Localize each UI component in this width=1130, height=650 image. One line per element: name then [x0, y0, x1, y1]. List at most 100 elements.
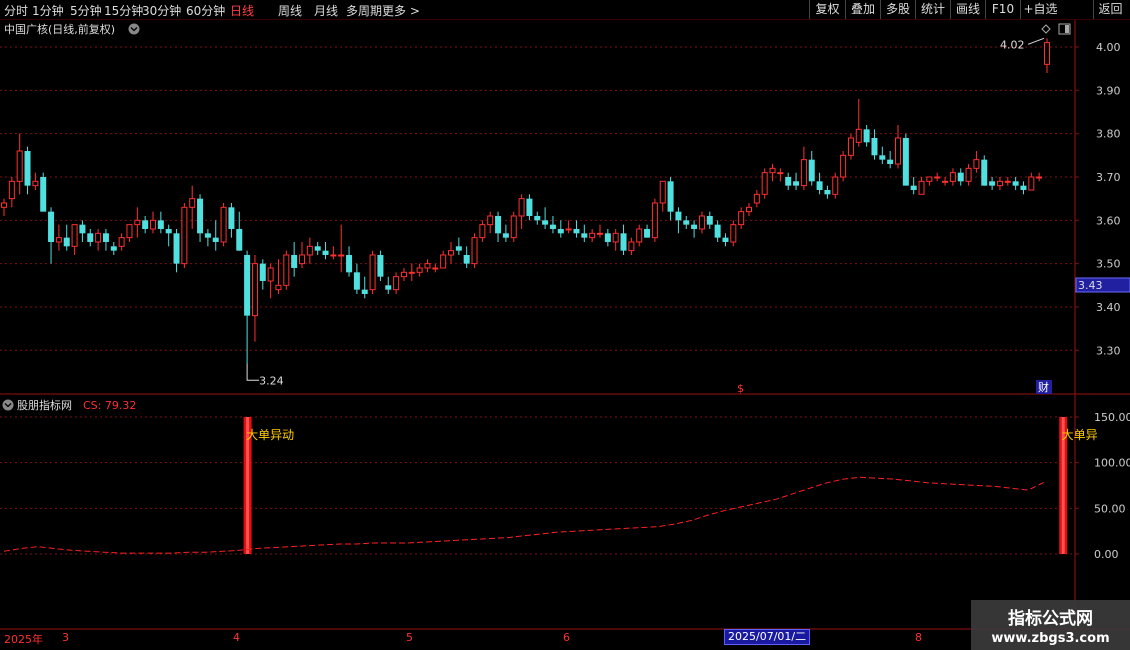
- candle-body: [63, 237, 70, 247]
- candle-body: [455, 246, 462, 251]
- candle-body: [989, 181, 996, 186]
- toolbar-button-0[interactable]: 复权: [809, 0, 845, 19]
- indicator-axis-label: 50.00: [1094, 502, 1126, 515]
- indicator-chart[interactable]: 150.00 100.00 50.00 0.00 股朋指标网 CS: 79.32 大单异动 大…: [0, 395, 1130, 630]
- period-tab-10[interactable]: 更多 >: [382, 2, 420, 19]
- candle-body: [573, 228, 580, 234]
- candle-body: [957, 172, 964, 182]
- period-tab-5[interactable]: 60分钟: [186, 2, 225, 19]
- period-tab-4[interactable]: 30分钟: [142, 2, 181, 19]
- candle-body: [887, 159, 894, 164]
- candle-body: [526, 198, 533, 216]
- chevron-down-icon[interactable]: [128, 23, 140, 35]
- period-tab-0[interactable]: 分时: [4, 2, 28, 19]
- candle-body: [895, 137, 901, 165]
- candle-body: [346, 254, 353, 273]
- toolbar-button-1[interactable]: 叠加: [845, 0, 880, 19]
- candle-body: [291, 254, 298, 268]
- candle-body: [879, 155, 886, 160]
- toolbar-button-2[interactable]: 多股: [880, 0, 915, 19]
- candle-body: [973, 159, 980, 169]
- period-tab-8[interactable]: 月线: [314, 2, 338, 19]
- candle-body: [793, 181, 800, 186]
- candle-body: [636, 228, 643, 243]
- candle-body: [949, 172, 956, 182]
- toolbar-button-5[interactable]: F10: [985, 0, 1020, 19]
- event-marker-s[interactable]: $: [737, 382, 744, 395]
- candle-body: [142, 220, 149, 229]
- candle-body: [189, 198, 196, 208]
- candle-body: [675, 211, 682, 221]
- candle-body: [126, 224, 133, 239]
- low-annotation: 3.24: [259, 374, 284, 387]
- candle-body: [95, 232, 102, 243]
- candle-body: [534, 215, 541, 221]
- candle-body: [510, 215, 517, 239]
- candle-body: [651, 202, 658, 239]
- candle-body: [714, 224, 721, 238]
- candle-body: [173, 233, 180, 264]
- price-axis-label: 3.30: [1096, 344, 1121, 357]
- period-tab-2[interactable]: 5分钟: [70, 2, 102, 19]
- candle-body: [244, 254, 251, 316]
- candle-body: [40, 176, 47, 212]
- candle-body: [589, 232, 596, 239]
- high-annotation: 4.02: [1000, 38, 1025, 51]
- candle-body: [79, 224, 86, 234]
- candle-body: [204, 233, 211, 238]
- candle-body: [612, 232, 619, 243]
- candle-body: [118, 237, 125, 247]
- candle-body: [738, 211, 745, 226]
- candle-body: [416, 267, 423, 273]
- diamond-icon[interactable]: [1041, 24, 1051, 34]
- indicator-axis-label: 100.00: [1094, 457, 1130, 470]
- toolbar-button-7[interactable]: 返回: [1093, 0, 1127, 19]
- candle-body: [471, 237, 478, 265]
- candle-body: [361, 289, 368, 294]
- price-axis-label: 3.60: [1096, 214, 1121, 227]
- candle-body: [479, 224, 486, 239]
- cs-value-label: CS: 79.32: [83, 399, 136, 412]
- period-tab-9[interactable]: 多周期: [346, 2, 382, 19]
- toolbar-button-4[interactable]: 画线: [950, 0, 985, 19]
- candle-body: [236, 228, 243, 251]
- date-label: 3: [62, 631, 69, 644]
- period-tab-6[interactable]: 日线: [230, 2, 254, 19]
- period-tab-7[interactable]: 周线: [278, 2, 302, 19]
- candle-body: [965, 167, 972, 182]
- candle-body: [604, 233, 611, 242]
- chevron-down-icon[interactable]: [2, 399, 14, 411]
- candle-body: [706, 215, 713, 225]
- date-label: 6: [563, 631, 570, 644]
- cs-line: [3, 476, 1046, 554]
- candle-body: [322, 250, 329, 255]
- candle-body: [259, 263, 266, 281]
- candle-body: [871, 137, 878, 156]
- candle-body: [549, 224, 556, 229]
- candle-body: [8, 180, 15, 200]
- period-tab-3[interactable]: 15分钟: [104, 2, 143, 19]
- candle-body: [48, 211, 55, 242]
- candle-body: [495, 215, 502, 234]
- candle-body: [996, 180, 1003, 187]
- period-tab-1[interactable]: 1分钟: [32, 2, 64, 19]
- candle-body: [102, 233, 109, 242]
- watermark: 指标公式网 www.zbgs3.com: [971, 600, 1130, 650]
- price-axis-label: 3.90: [1096, 84, 1121, 97]
- toolbar-button-6[interactable]: +自选: [1020, 0, 1060, 19]
- candle-body: [910, 185, 917, 190]
- candle-body: [918, 180, 925, 195]
- candle-body: [16, 150, 23, 182]
- candle-body: [926, 176, 933, 182]
- finance-marker[interactable]: 财: [1038, 380, 1049, 394]
- candle-body: [722, 237, 729, 242]
- candle-body: [1012, 181, 1019, 186]
- candle-body: [228, 207, 235, 229]
- candle-body: [785, 176, 792, 186]
- toolbar-button-3[interactable]: 统计: [915, 0, 950, 19]
- price-chart[interactable]: 4.00 3.90 3.80 3.70 3.60 3.50 3.40 3.30 中国广核(日线,…: [0, 20, 1130, 395]
- candle-body: [502, 233, 509, 238]
- candle-body: [181, 206, 188, 265]
- candle-body: [220, 206, 227, 243]
- candle-body: [432, 267, 439, 270]
